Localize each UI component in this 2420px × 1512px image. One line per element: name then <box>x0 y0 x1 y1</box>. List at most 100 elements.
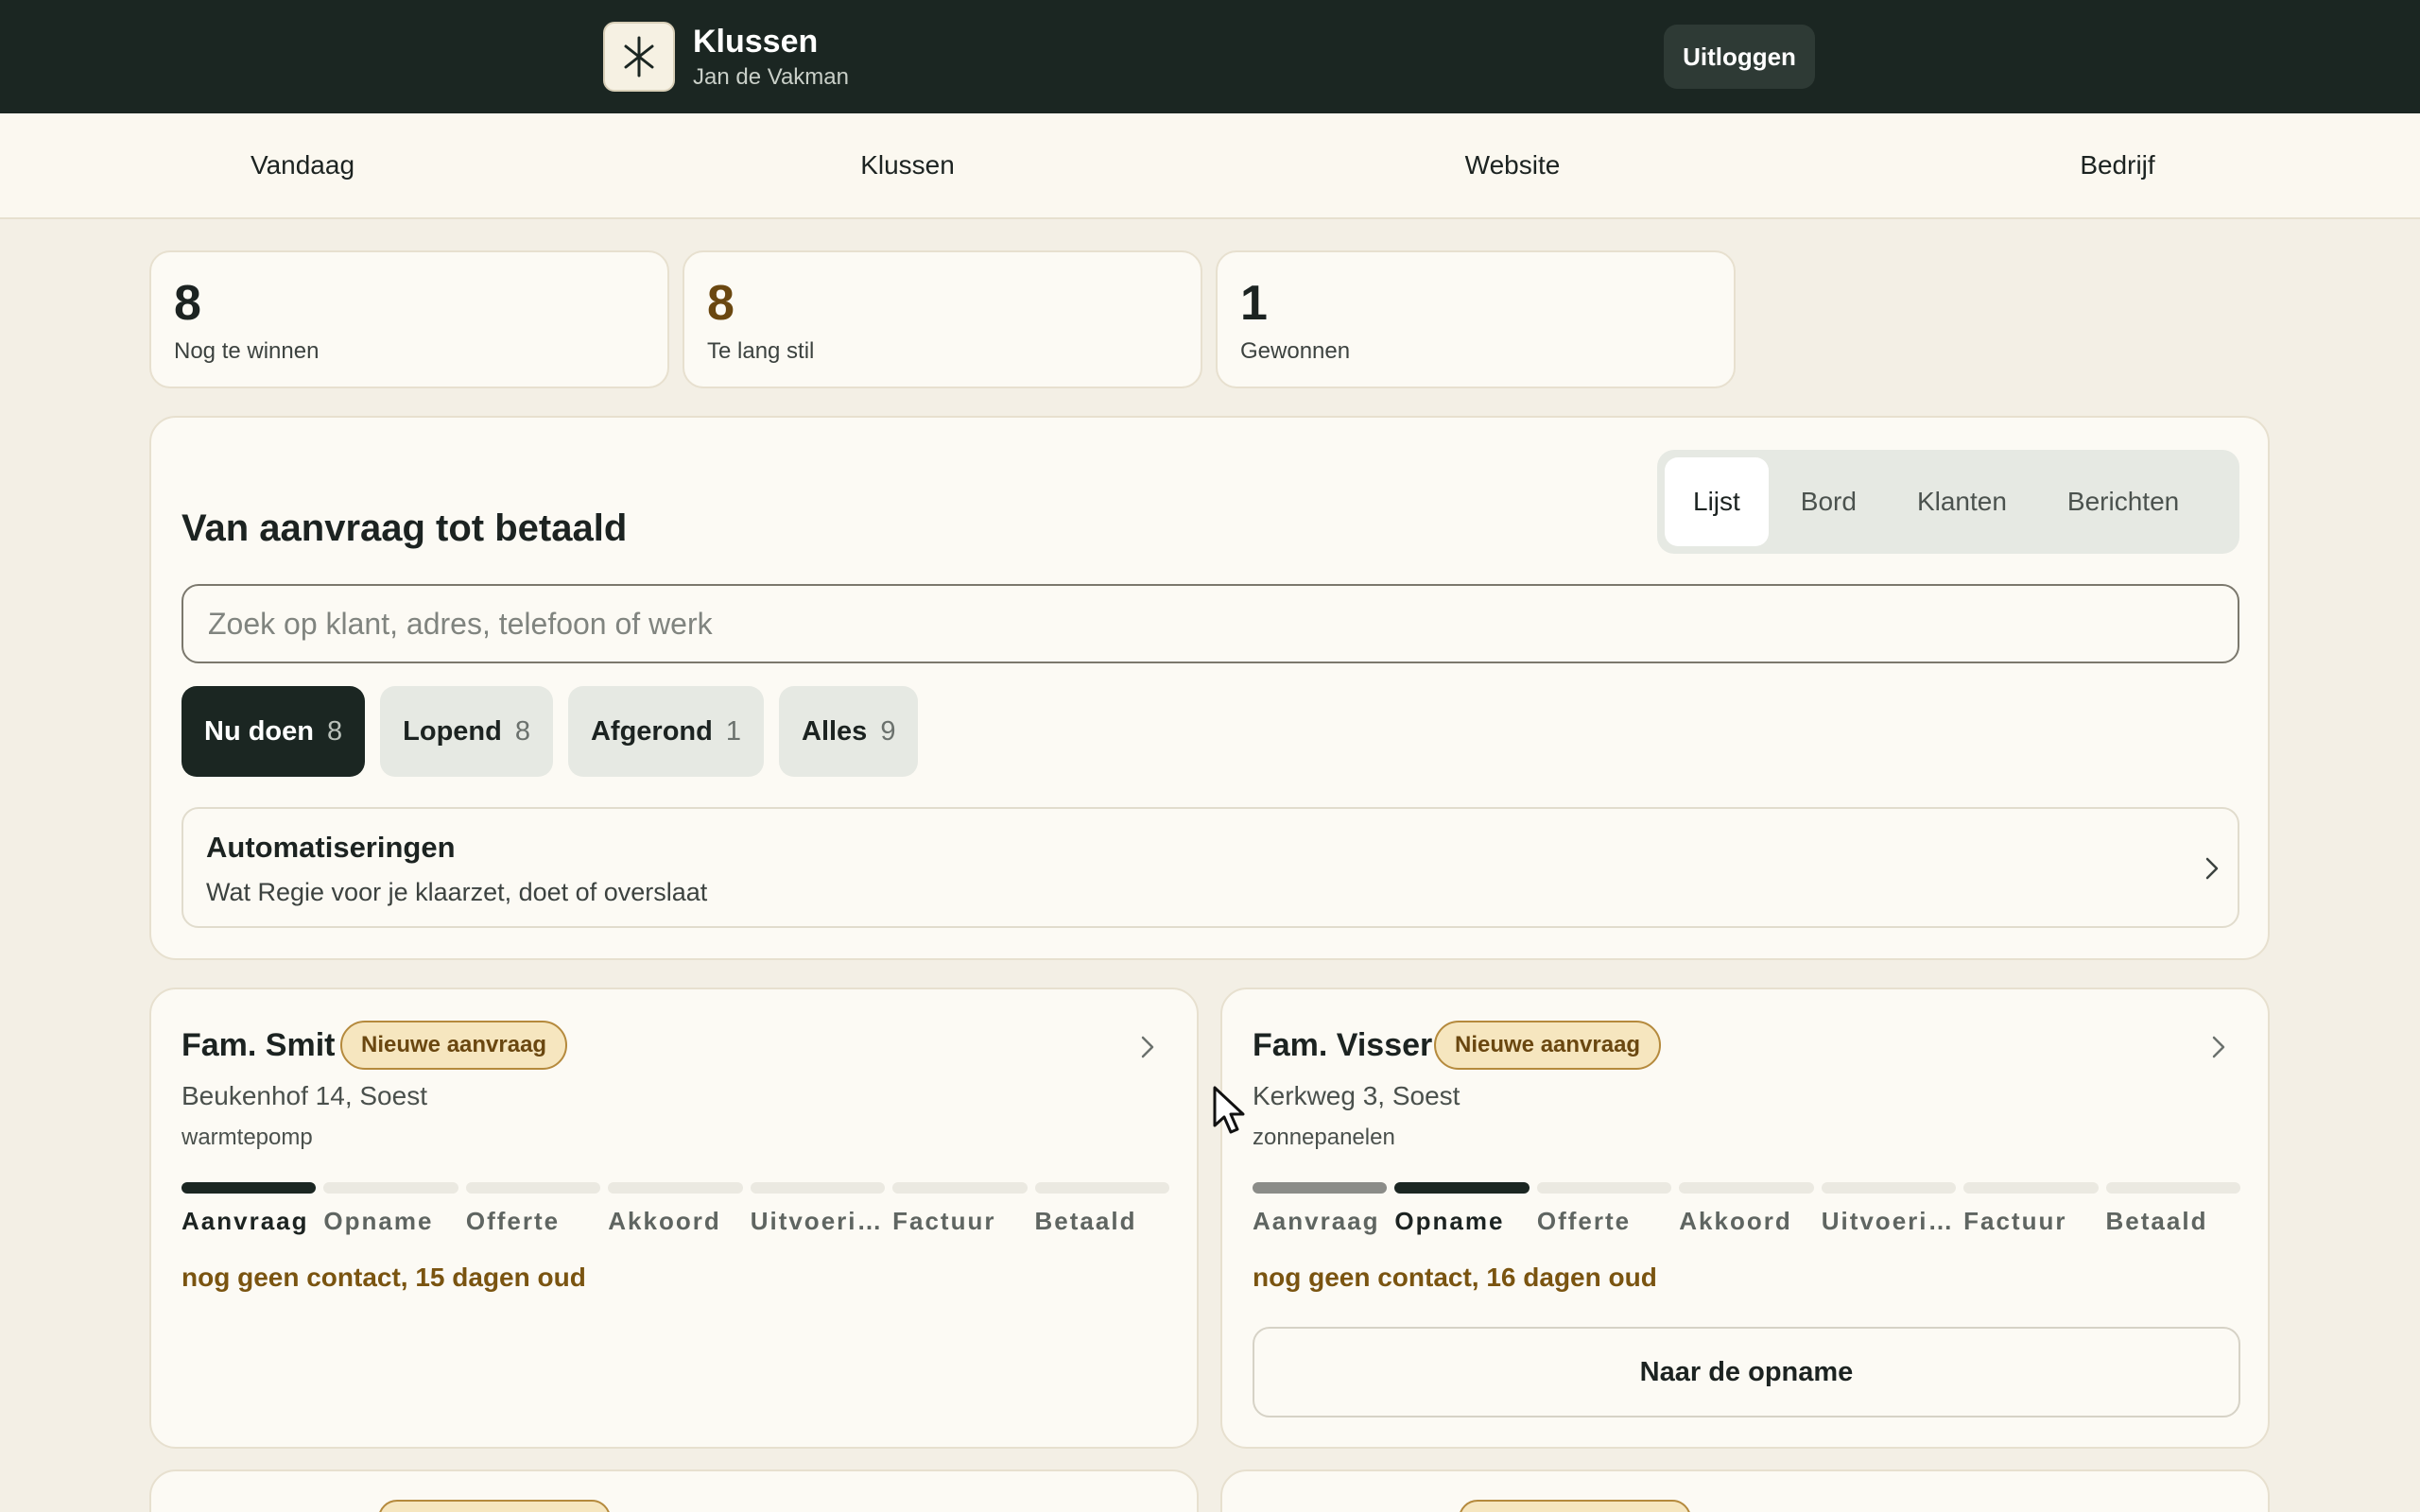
stage-1: Aanvraag <box>1253 1182 1388 1236</box>
stage-label: Aanvraag <box>182 1207 309 1235</box>
job-card-partial[interactable] <box>149 1469 1199 1512</box>
job-alert: nog geen contact, 16 dagen oud <box>1253 1263 1657 1292</box>
stage-progress: Aanvraag Opname Offerte Akkoord Uitvoeri… Fac… <box>1253 1182 2240 1236</box>
stage-label: Akkoord <box>608 1207 721 1235</box>
asterisk-icon <box>624 36 654 77</box>
stage-bar <box>1034 1182 1169 1194</box>
stage-bar <box>182 1182 317 1194</box>
nav-vandaag[interactable]: Vandaag <box>0 113 605 217</box>
stage-label: Akkoord <box>1679 1207 1792 1235</box>
stage-bar <box>2105 1182 2240 1194</box>
stat-card-nog-te-winnen[interactable]: 8 Nog te winnen <box>149 250 669 388</box>
job-work-type: warmtepomp <box>182 1125 313 1150</box>
job-card-smit[interactable]: Fam. Smit Nieuwe aanvraag Beukenhof 14, … <box>149 988 1199 1449</box>
stage-bar <box>323 1182 458 1194</box>
stage-progress: Aanvraag Opname Offerte Akkoord Uitvoeri… Fac… <box>182 1182 1169 1236</box>
automations-subtitle: Wat Regie voor je klaarzet, doet of over… <box>206 878 708 906</box>
naar-opname-button[interactable]: Naar de opname <box>1253 1327 2240 1418</box>
automations-row[interactable]: Automatiseringen Wat Regie voor je klaar… <box>182 807 2239 928</box>
stage-label: Factuur <box>1963 1207 2067 1235</box>
stage-bar <box>465 1182 601 1194</box>
panel-title: Van aanvraag tot betaald <box>182 507 628 549</box>
chevron-right-icon <box>1141 1036 1154 1058</box>
app-title: Klussen <box>693 24 819 60</box>
stage-1: Aanvraag <box>182 1182 317 1236</box>
filter-count: 9 <box>880 715 896 747</box>
search-input[interactable] <box>182 584 2239 663</box>
stat-card-gewonnen[interactable]: 1 Gewonnen <box>1216 250 1736 388</box>
filter-count: 8 <box>514 715 530 747</box>
filter-alles[interactable]: Alles 9 <box>779 686 919 777</box>
stage-bar <box>1821 1182 1957 1194</box>
stat-label: Nog te winnen <box>174 338 320 364</box>
job-customer-name: Fam. Smit <box>182 1027 336 1063</box>
stage-3: Offerte <box>1536 1182 1672 1236</box>
filter-chips: Nu doen 8 Lopend 8 Afgerond 1 Alles 9 <box>182 686 919 777</box>
chevron-right-icon <box>2212 1036 2225 1058</box>
status-badge: Nieuwe aanvraag <box>340 1021 568 1070</box>
filter-count: 1 <box>725 715 741 747</box>
stage-bar <box>892 1182 1028 1194</box>
stage-5: Uitvoeri… <box>1821 1182 1957 1236</box>
stat-card-te-lang-stil[interactable]: 8 Te lang stil <box>683 250 1202 388</box>
filter-nu-doen[interactable]: Nu doen 8 <box>182 686 366 777</box>
stage-3: Offerte <box>465 1182 601 1236</box>
app-logo <box>603 22 675 92</box>
filter-afgerond[interactable]: Afgerond 1 <box>567 686 764 777</box>
stat-value: 8 <box>174 276 201 331</box>
view-switcher: Lijst Bord Klanten Berichten <box>1657 450 2239 554</box>
stage-5: Uitvoeri… <box>750 1182 886 1236</box>
view-tab-berichten[interactable]: Berichten <box>2039 457 2207 546</box>
nav-klussen[interactable]: Klussen <box>605 113 1210 217</box>
filter-label: Nu doen <box>204 715 314 747</box>
stage-label: Uitvoeri… <box>1821 1207 1955 1235</box>
filter-label: Lopend <box>403 715 502 747</box>
stage-bar <box>1253 1182 1388 1194</box>
filter-label: Afgerond <box>590 715 713 747</box>
automations-title: Automatiseringen <box>206 831 456 864</box>
stage-label: Factuur <box>892 1207 996 1235</box>
stage-label: Opname <box>1394 1207 1505 1235</box>
filter-label: Alles <box>802 715 868 747</box>
view-tab-lijst[interactable]: Lijst <box>1665 457 1769 546</box>
chevron-right-icon <box>2205 857 2219 880</box>
stage-6: Factuur <box>1963 1182 2099 1236</box>
nav-website[interactable]: Website <box>1210 113 1815 217</box>
stage-bar <box>1963 1182 2099 1194</box>
stat-label: Gewonnen <box>1240 338 1351 364</box>
stage-4: Akkoord <box>1679 1182 1814 1236</box>
stat-label: Te lang stil <box>707 338 815 364</box>
stage-label: Uitvoeri… <box>750 1207 884 1235</box>
nav-bedrijf[interactable]: Bedrijf <box>1815 113 2420 217</box>
stage-bar <box>608 1182 743 1194</box>
stage-7: Betaald <box>2105 1182 2240 1236</box>
stage-label: Betaald <box>2105 1207 2208 1235</box>
filter-lopend[interactable]: Lopend 8 <box>380 686 553 777</box>
stat-value: 8 <box>707 276 735 331</box>
stage-2: Opname <box>1394 1182 1530 1236</box>
stage-label: Opname <box>323 1207 434 1235</box>
stage-bar <box>1679 1182 1814 1194</box>
job-address: Kerkweg 3, Soest <box>1253 1081 1461 1110</box>
filter-count: 8 <box>327 715 343 747</box>
job-card-partial[interactable] <box>1220 1469 2270 1512</box>
status-badge <box>378 1500 611 1512</box>
view-tab-klanten[interactable]: Klanten <box>1889 457 2035 546</box>
logout-button[interactable]: Uitloggen <box>1664 25 1815 89</box>
stage-bar <box>1394 1182 1530 1194</box>
job-address: Beukenhof 14, Soest <box>182 1081 427 1110</box>
user-name: Jan de Vakman <box>693 64 849 90</box>
stage-4: Akkoord <box>608 1182 743 1236</box>
job-work-type: zonnepanelen <box>1253 1125 1395 1150</box>
job-card-visser[interactable]: Fam. Visser Nieuwe aanvraag Kerkweg 3, S… <box>1220 988 2270 1449</box>
stage-label: Aanvraag <box>1253 1207 1380 1235</box>
job-customer-name: Fam. Visser <box>1253 1027 1433 1063</box>
stage-7: Betaald <box>1034 1182 1169 1236</box>
top-bar: Klussen Jan de Vakman Uitloggen <box>0 0 2420 113</box>
view-tab-bord[interactable]: Bord <box>1772 457 1885 546</box>
mouse-cursor-icon <box>1213 1086 1245 1134</box>
stat-value: 1 <box>1240 276 1268 331</box>
status-badge <box>1459 1500 1691 1512</box>
stage-2: Opname <box>323 1182 458 1236</box>
stage-bar <box>1536 1182 1672 1194</box>
